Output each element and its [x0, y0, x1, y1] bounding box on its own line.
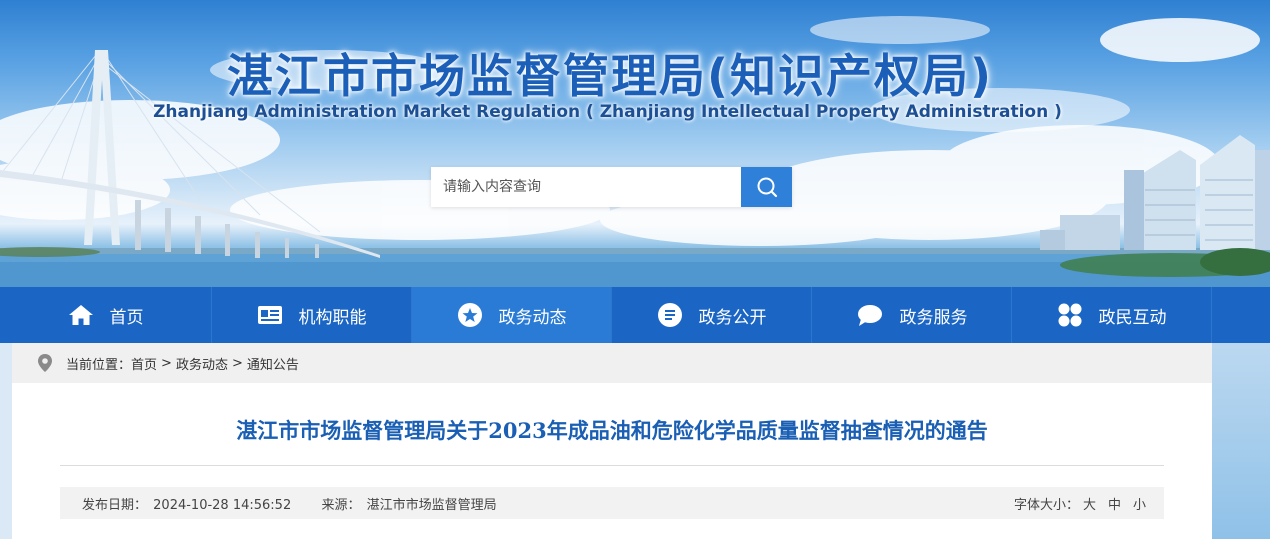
article-meta: 发布日期： 2024-10-28 14:56:52 来源： 湛江市市场监督管理局…	[60, 487, 1164, 519]
star-icon	[457, 302, 483, 328]
breadcrumb: 当前位置： 首页 > 政务动态 > 通知公告	[12, 343, 1212, 383]
site-subtitle: Zhanjiang Administration Market Regulati…	[153, 102, 1062, 122]
font-size-label: 字体大小：	[1013, 497, 1079, 513]
source-label: 来源：	[321, 497, 361, 513]
nav-item-home[interactable]: 首页	[0, 287, 212, 343]
nav-spacer	[1212, 287, 1270, 343]
breadcrumb-separator: >	[161, 355, 172, 371]
article-title: 湛江市市场监督管理局关于2023年成品油和危险化学品质量监督抽查情况的通告	[236, 418, 988, 443]
nav-item-services[interactable]: 政务服务	[812, 287, 1012, 343]
search-button[interactable]	[741, 167, 792, 207]
nav-label: 政务服务	[899, 307, 968, 328]
font-size-large[interactable]: 大	[1083, 494, 1096, 513]
document-icon	[657, 302, 683, 328]
nav-label: 政务动态	[498, 307, 567, 328]
nav-item-interaction[interactable]: 政民互动	[1012, 287, 1212, 343]
search-bar	[431, 167, 792, 207]
main-nav: 首页 机构职能 政务动态 政务公开 政务服务 政民互动	[0, 287, 1270, 343]
nav-label: 机构职能	[298, 307, 367, 328]
chat-bubble-icon	[856, 303, 884, 327]
font-size-small[interactable]: 小	[1133, 494, 1146, 513]
breadcrumb-separator: >	[231, 355, 243, 371]
source-value: 湛江市市场监督管理局	[366, 497, 497, 513]
search-icon	[757, 177, 777, 198]
home-icon	[68, 303, 94, 327]
article-container: 当前位置： 首页 > 政务动态 > 通知公告 湛江市市场监督管理局关于2023年…	[12, 343, 1212, 539]
publish-date-label: 发布日期：	[82, 497, 148, 513]
header-banner: 湛江市市场监督管理局(知识产权局) Zhanjiang Administrati…	[0, 0, 1270, 287]
breadcrumb-home[interactable]: 首页	[131, 354, 157, 373]
nav-label: 政民互动	[1098, 307, 1167, 328]
breadcrumb-news[interactable]: 政务动态	[176, 354, 228, 373]
breadcrumb-notices[interactable]: 通知公告	[247, 354, 299, 373]
breadcrumb-prefix: 当前位置：	[66, 357, 132, 373]
id-card-icon	[257, 304, 283, 326]
divider	[60, 465, 1164, 466]
search-input[interactable]	[431, 167, 741, 207]
nav-item-open-government[interactable]: 政务公开	[612, 287, 812, 343]
site-title: 湛江市市场监督管理局(知识产权局)	[226, 49, 994, 103]
page-background-right	[1212, 343, 1270, 539]
nav-label: 政务公开	[698, 307, 767, 328]
nav-item-organization[interactable]: 机构职能	[212, 287, 412, 343]
publish-date: 2024-10-28 14:56:52	[153, 497, 292, 513]
grid-icon	[1057, 302, 1083, 328]
nav-label: 首页	[109, 307, 144, 328]
nav-item-news[interactable]: 政务动态	[412, 287, 612, 343]
font-size-medium[interactable]: 中	[1108, 494, 1121, 513]
location-pin-icon	[38, 354, 52, 372]
